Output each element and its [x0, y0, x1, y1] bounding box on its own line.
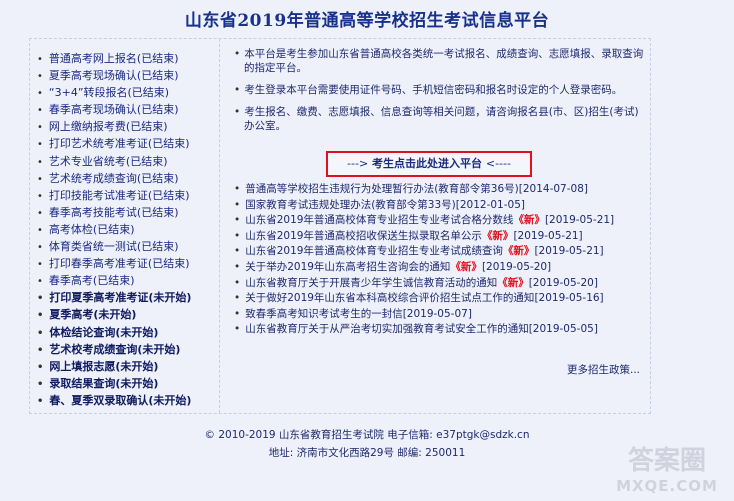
left-menu-item[interactable]: 打印夏季高考准考证(未开始)	[37, 289, 219, 306]
left-menu-item[interactable]: 夏季高考(未开始)	[37, 306, 219, 323]
left-menu-list: 普通高考网上报名(已结束)夏季高考现场确认(已结束)“3+4”转段报名(已结束)…	[30, 50, 219, 409]
intro-note: 本平台是考生参加山东省普通高校各类统一考试报名、成绩查询、志愿填报、录取查询的指…	[234, 47, 644, 75]
news-item: 山东省教育厅关于从严治考切实加强教育考试安全工作的通知[2019-05-05]	[234, 322, 648, 338]
news-link[interactable]: 致春季高考知识考试考生的一封信	[245, 308, 403, 320]
watermark-domain: MXQE.COM	[616, 477, 718, 495]
left-menu-item[interactable]: “3+4”转段报名(已结束)	[37, 84, 219, 101]
left-menu-item[interactable]: 打印技能考试准考证(已结束)	[37, 187, 219, 204]
news-date: [2014-07-08]	[518, 183, 588, 195]
news-link[interactable]: 国家教育考试违规处理办法(教育部令第33号)	[245, 199, 456, 211]
news-date: [2019-05-21]	[544, 214, 615, 227]
more-policies-link[interactable]: 更多招生政策...	[567, 362, 640, 377]
news-date: [2019-05-07]	[402, 307, 472, 320]
news-item: 山东省教育厅关于开展青少年学生诚信教育活动的通知《新》[2019-05-20]	[234, 276, 648, 292]
enter-platform-button[interactable]: ---> 考生点击此处进入平台 <----	[326, 151, 532, 177]
news-item: 致春季高考知识考试考生的一封信[2019-05-07]	[234, 307, 648, 323]
intro-notes: 本平台是考生参加山东省普通高校各类统一考试报名、成绩查询、志愿填报、录取查询的指…	[234, 47, 644, 141]
news-date: [2019-05-05]	[528, 323, 598, 336]
new-badge: 《新》	[513, 214, 545, 227]
news-date: [2019-05-21]	[534, 245, 604, 258]
news-link[interactable]: 关于做好2019年山东省本科高校综合评价招生试点工作的通知	[245, 292, 534, 304]
arrow-left-icon: --->	[347, 157, 369, 170]
news-date: [2019-05-16]	[534, 292, 604, 305]
left-menu-item[interactable]: 艺术专业省统考(已结束)	[37, 153, 219, 170]
news-date: [2019-05-21]	[513, 229, 583, 242]
watermark-text: 答案圈	[627, 446, 706, 476]
news-link[interactable]: 山东省2019年普通高校招收保送生拟录取名单公示	[245, 230, 482, 242]
left-menu-item[interactable]: 春季高考(已结束)	[37, 272, 219, 289]
right-content: 本平台是考生参加山东省普通高校各类统一考试报名、成绩查询、志愿填报、录取查询的指…	[220, 39, 650, 413]
news-link[interactable]: 普通高等学校招生违规行为处理暂行办法(教育部令第36号)	[245, 183, 519, 195]
main-panel: 普通高考网上报名(已结束)夏季高考现场确认(已结束)“3+4”转段报名(已结束)…	[29, 38, 651, 414]
news-date: [2019-05-20]	[481, 260, 552, 273]
arrow-right-icon: <----	[485, 157, 511, 170]
left-menu-item[interactable]: 体育类省统一测试(已结束)	[37, 238, 219, 255]
news-date: [2019-05-20]	[528, 276, 598, 289]
news-link[interactable]: 山东省2019年普通高校体育专业招生专业考试成绩查询	[245, 245, 503, 257]
new-badge: 《新》	[450, 260, 482, 273]
enter-platform-label: 考生点击此处进入平台	[372, 157, 483, 170]
new-badge: 《新》	[502, 245, 535, 258]
left-menu-item[interactable]: 艺术校考成绩查询(未开始)	[37, 341, 219, 358]
left-menu-item[interactable]: 艺术统考成绩查询(已结束)	[37, 170, 219, 187]
left-menu-item[interactable]: 春、夏季双录取确认(未开始)	[37, 392, 219, 409]
news-link[interactable]: 山东省教育厅关于开展青少年学生诚信教育活动的通知	[245, 277, 497, 289]
watermark-logo: 答案圈 MXQE.COM	[612, 440, 722, 496]
left-menu: 普通高考网上报名(已结束)夏季高考现场确认(已结束)“3+4”转段报名(已结束)…	[30, 39, 220, 413]
news-link[interactable]: 山东省教育厅关于从严治考切实加强教育考试安全工作的通知	[245, 323, 529, 335]
news-link[interactable]: 关于举办2019年山东高考招生咨询会的通知	[245, 261, 450, 273]
intro-note: 考生登录本平台需要使用证件号码、手机短信密码和报名时设定的个人登录密码。	[234, 83, 644, 97]
left-menu-item[interactable]: 夏季高考现场确认(已结束)	[37, 67, 219, 84]
news-link[interactable]: 山东省2019年普通高校体育专业招生专业考试合格分数线	[245, 214, 513, 226]
left-menu-item[interactable]: 网上缴纳报考费(已结束)	[37, 118, 219, 135]
left-menu-item[interactable]: 网上填报志愿(未开始)	[37, 358, 219, 375]
page-title: 山东省2019年普通高等学校招生考试信息平台	[184, 11, 550, 31]
left-menu-item[interactable]: 打印春季高考准考证(已结束)	[37, 255, 219, 272]
left-menu-item[interactable]: 春季高考现场确认(已结束)	[37, 101, 219, 118]
news-date: [2012-01-05]	[455, 198, 525, 211]
left-menu-item[interactable]: 录取结果查询(未开始)	[37, 375, 219, 392]
left-menu-item[interactable]: 打印艺术统考准考证(已结束)	[37, 135, 219, 152]
new-badge: 《新》	[481, 229, 514, 242]
intro-note: 考生报名、缴费、志愿填报、信息查询等相关问题，请咨询报名县(市、区)招生(考试)…	[234, 105, 644, 133]
left-menu-item[interactable]: 体检结论查询(未开始)	[37, 324, 219, 341]
new-badge: 《新》	[497, 276, 529, 289]
news-item: 山东省2019年普通高校体育专业招生专业考试合格分数线《新》[2019-05-2…	[234, 213, 648, 229]
left-menu-item[interactable]: 春季高考技能考试(已结束)	[37, 204, 219, 221]
news-item: 关于做好2019年山东省本科高校综合评价招生试点工作的通知[2019-05-16…	[234, 291, 648, 307]
news-item: 山东省2019年普通高校体育专业招生专业考试成绩查询《新》[2019-05-21…	[234, 244, 648, 260]
news-list: 普通高等学校招生违规行为处理暂行办法(教育部令第36号)[2014-07-08]…	[234, 182, 648, 338]
left-menu-item[interactable]: 普通高考网上报名(已结束)	[37, 50, 219, 67]
news-item: 普通高等学校招生违规行为处理暂行办法(教育部令第36号)[2014-07-08]	[234, 182, 648, 198]
news-item: 国家教育考试违规处理办法(教育部令第33号)[2012-01-05]	[234, 198, 648, 214]
news-item: 山东省2019年普通高校招收保送生拟录取名单公示《新》[2019-05-21]	[234, 229, 648, 245]
news-item: 关于举办2019年山东高考招生咨询会的通知《新》[2019-05-20]	[234, 260, 648, 276]
left-menu-item[interactable]: 高考体检(已结束)	[37, 221, 219, 238]
